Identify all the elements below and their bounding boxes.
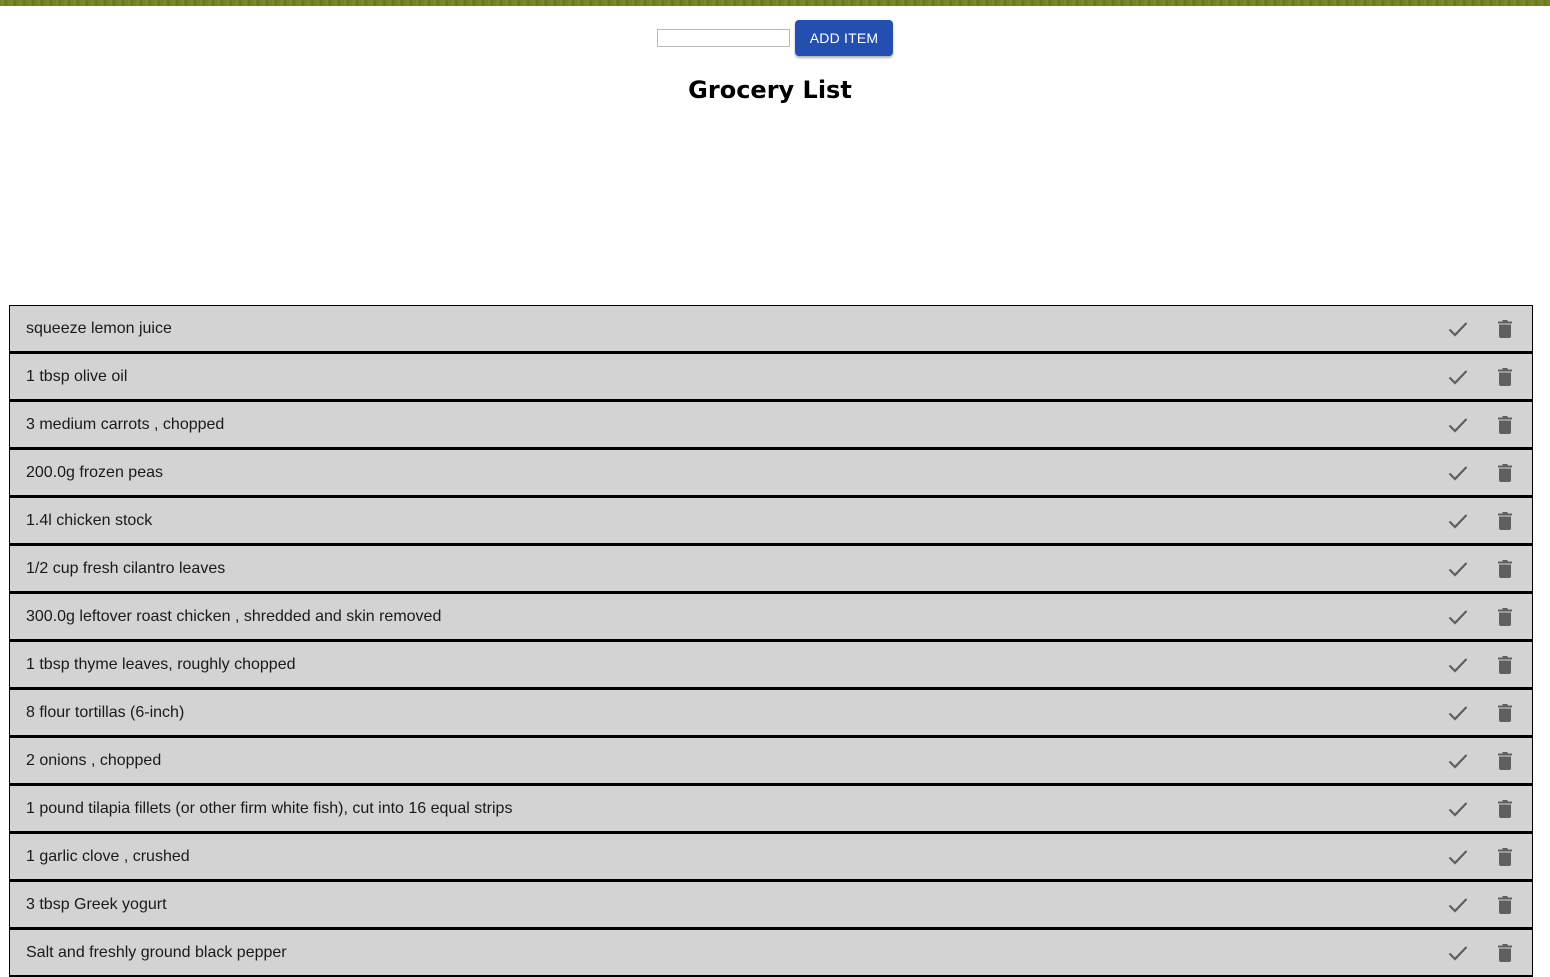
- item-label: 300.0g leftover roast chicken , shredded…: [26, 607, 442, 625]
- item-label: 1/2 cup fresh cilantro leaves: [26, 559, 226, 577]
- trash-icon[interactable]: [1493, 413, 1517, 437]
- item-label: 3 medium carrots , chopped: [26, 415, 225, 433]
- trash-icon[interactable]: [1493, 653, 1517, 677]
- list-item: 200.0g frozen peas: [9, 449, 1533, 497]
- check-icon[interactable]: [1446, 461, 1470, 485]
- add-item-bar: ADD ITEM: [0, 20, 1550, 56]
- check-icon[interactable]: [1446, 701, 1470, 725]
- header-band: [0, 0, 1550, 6]
- check-icon[interactable]: [1446, 749, 1470, 773]
- item-label: 2 onions , chopped: [26, 751, 162, 769]
- page-title: Grocery List: [688, 76, 852, 104]
- list-item: squeeze lemon juice: [9, 305, 1533, 353]
- list-item: 1.4l chicken stock: [9, 497, 1533, 545]
- item-label: 1 tbsp thyme leaves, roughly chopped: [26, 655, 296, 673]
- list-item: 2 onions , chopped: [9, 737, 1533, 785]
- check-icon[interactable]: [1446, 941, 1470, 965]
- list-item: 1 garlic clove , crushed: [9, 833, 1533, 881]
- check-icon[interactable]: [1446, 413, 1470, 437]
- check-icon[interactable]: [1446, 365, 1470, 389]
- list-item: 1 tbsp olive oil: [9, 353, 1533, 401]
- item-label: 1.4l chicken stock: [26, 511, 153, 529]
- list-item: 1 tbsp thyme leaves, roughly chopped: [9, 641, 1533, 689]
- trash-icon[interactable]: [1493, 941, 1517, 965]
- check-icon[interactable]: [1446, 893, 1470, 917]
- check-icon[interactable]: [1446, 797, 1470, 821]
- item-label: 3 tbsp Greek yogurt: [26, 895, 167, 913]
- trash-icon[interactable]: [1493, 701, 1517, 725]
- trash-icon[interactable]: [1493, 557, 1517, 581]
- grocery-list: squeeze lemon juice 1 tbsp olive oil 3 m…: [9, 305, 1533, 977]
- trash-icon[interactable]: [1493, 365, 1517, 389]
- check-icon[interactable]: [1446, 557, 1470, 581]
- trash-icon[interactable]: [1493, 797, 1517, 821]
- list-item: 1 pound tilapia fillets (or other firm w…: [9, 785, 1533, 833]
- trash-icon[interactable]: [1493, 317, 1517, 341]
- check-icon[interactable]: [1446, 653, 1470, 677]
- check-icon[interactable]: [1446, 605, 1470, 629]
- trash-icon[interactable]: [1493, 605, 1517, 629]
- item-label: 1 tbsp olive oil: [26, 367, 128, 385]
- list-item: 3 medium carrots , chopped: [9, 401, 1533, 449]
- trash-icon[interactable]: [1493, 893, 1517, 917]
- list-item: 3 tbsp Greek yogurt: [9, 881, 1533, 929]
- item-label: 8 flour tortillas (6-inch): [26, 703, 185, 721]
- trash-icon[interactable]: [1493, 509, 1517, 533]
- check-icon[interactable]: [1446, 845, 1470, 869]
- check-icon[interactable]: [1446, 509, 1470, 533]
- item-label: 200.0g frozen peas: [26, 463, 163, 481]
- trash-icon[interactable]: [1493, 749, 1517, 773]
- trash-icon[interactable]: [1493, 461, 1517, 485]
- new-item-input[interactable]: [657, 29, 790, 47]
- item-label: 1 garlic clove , crushed: [26, 847, 190, 865]
- list-item: 300.0g leftover roast chicken , shredded…: [9, 593, 1533, 641]
- item-label: Salt and freshly ground black pepper: [26, 943, 287, 961]
- add-item-button[interactable]: ADD ITEM: [795, 20, 893, 56]
- trash-icon[interactable]: [1493, 845, 1517, 869]
- item-label: squeeze lemon juice: [26, 319, 172, 337]
- check-icon[interactable]: [1446, 317, 1470, 341]
- item-label: 1 pound tilapia fillets (or other firm w…: [26, 799, 513, 817]
- list-item: 1/2 cup fresh cilantro leaves: [9, 545, 1533, 593]
- list-item: Salt and freshly ground black pepper: [9, 929, 1533, 977]
- list-item: 8 flour tortillas (6-inch): [9, 689, 1533, 737]
